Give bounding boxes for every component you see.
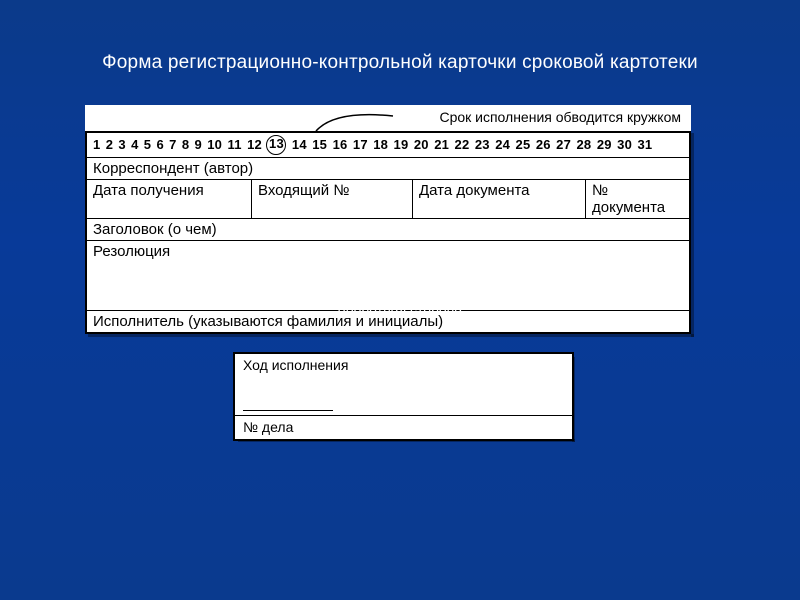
calendar-day: 18: [373, 136, 388, 154]
cell-doc-number: № документа: [586, 180, 689, 218]
calendar-day: 24: [495, 136, 510, 154]
calendar-day: 11: [228, 136, 242, 154]
calendar-day: 17: [353, 136, 368, 154]
signature-line: [243, 410, 333, 411]
card-shadow: [572, 357, 575, 442]
calendar-day: 28: [577, 136, 592, 154]
calendar-day: 6: [156, 136, 163, 154]
pointer-arc-icon: [315, 108, 395, 130]
annotation-text: Срок исполнения обводится кружком: [439, 109, 681, 125]
calendar-day: 12: [247, 136, 262, 154]
calendar-day-circled: 13: [266, 135, 286, 155]
annotation-bar: Срок исполнения обводится кружком: [85, 105, 691, 131]
calendar-day: 5: [144, 136, 151, 154]
calendar-day: 30: [617, 136, 632, 154]
calendar-day: 22: [455, 136, 470, 154]
card-shadow: [88, 334, 694, 337]
row-progress: Ход исполнения: [235, 354, 572, 415]
reverse-side-caption: оборотная сторона: [0, 300, 800, 316]
calendar-day: 2: [106, 136, 113, 154]
calendar-day: 19: [394, 136, 409, 154]
calendar-day: 15: [312, 136, 327, 154]
row-case-number: № дела: [235, 416, 572, 439]
calendar-day: 9: [195, 136, 202, 154]
cell-incoming-number: Входящий №: [252, 180, 413, 218]
calendar-day: 7: [169, 136, 176, 154]
calendar-day: 8: [182, 136, 189, 154]
progress-label: Ход исполнения: [243, 357, 348, 373]
slide-title: Форма регистрационно-контрольной карточк…: [0, 52, 800, 74]
back-card: Ход исполнения № дела: [233, 352, 574, 441]
row-correspondent: Корреспондент (автор): [87, 158, 689, 180]
calendar-day: 14: [292, 136, 307, 154]
calendar-day: 1: [93, 136, 100, 154]
calendar-day-row: 1 2 3 4 5 6 7 8 9 10 11 12 13 14 15 16 1…: [87, 133, 689, 158]
calendar-day: 27: [556, 136, 571, 154]
slide: Форма регистрационно-контрольной карточк…: [0, 0, 800, 600]
calendar-day: 23: [475, 136, 490, 154]
calendar-day: 10: [207, 136, 222, 154]
calendar-day: 4: [131, 136, 138, 154]
row-subject: Заголовок (о чем): [87, 219, 689, 241]
cell-doc-date: Дата документа: [413, 180, 586, 218]
calendar-day: 21: [434, 136, 449, 154]
card-shadow: [238, 439, 575, 442]
calendar-day: 26: [536, 136, 551, 154]
calendar-day: 16: [333, 136, 348, 154]
cell-date-received: Дата получения: [87, 180, 252, 218]
calendar-day: 25: [516, 136, 531, 154]
calendar-day: 31: [637, 136, 652, 154]
row-meta: Дата получения Входящий № Дата документа…: [87, 180, 689, 219]
calendar-day: 20: [414, 136, 429, 154]
calendar-day: 3: [118, 136, 125, 154]
calendar-day: 29: [597, 136, 612, 154]
